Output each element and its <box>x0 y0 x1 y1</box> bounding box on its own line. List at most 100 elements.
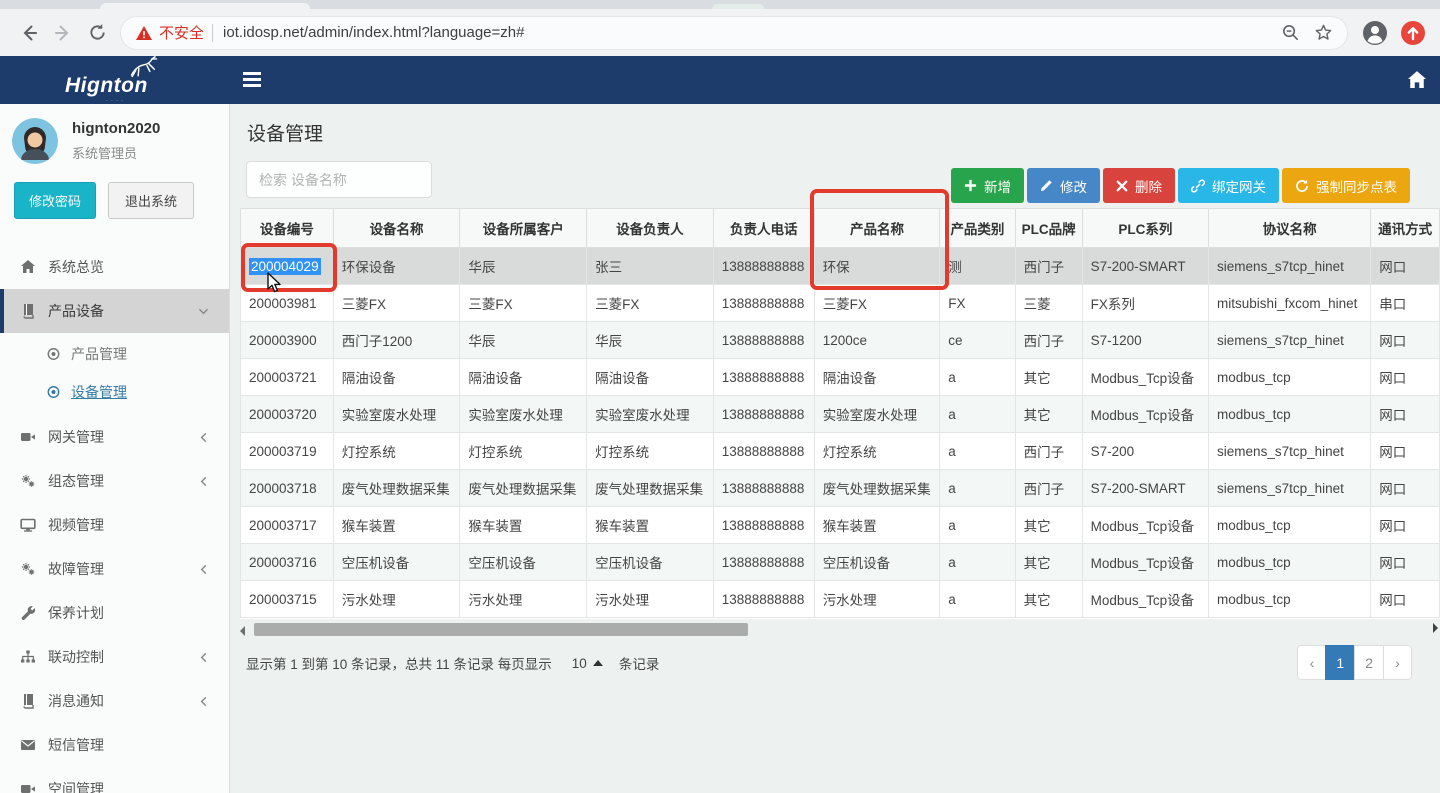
column-header-4[interactable]: 负责人电话 <box>713 209 814 248</box>
browser-reload-button[interactable] <box>80 16 114 50</box>
logout-button[interactable]: 退出系统 <box>108 182 194 219</box>
book-icon <box>19 303 36 319</box>
zoom-out-icon[interactable] <box>1281 23 1300 42</box>
column-header-1[interactable]: 设备名称 <box>333 209 460 248</box>
horizontal-scrollbar[interactable] <box>240 623 1440 639</box>
sidebar-item-overview[interactable]: 系统总览 <box>0 245 229 289</box>
sidebar-item-space-mgmt[interactable]: 空间管理 <box>0 767 229 793</box>
sidebar-subitem-device-mgmt[interactable]: 设备管理 <box>0 373 229 411</box>
table-row[interactable]: 200003715污水处理污水处理污水处理13888888888污水处理a其它M… <box>241 581 1440 618</box>
pager-next-button[interactable]: › <box>1383 645 1412 680</box>
column-header-3[interactable]: 设备负责人 <box>587 209 714 248</box>
sidebar-nav: 系统总览产品设备产品管理设备管理网关管理组态管理视频管理故障管理保养计划联动控制… <box>0 245 229 793</box>
column-header-0[interactable]: 设备编号 <box>241 209 334 248</box>
force-sync-button[interactable]: 强制同步点表 <box>1282 168 1410 203</box>
pager-page-1[interactable]: 1 <box>1325 645 1355 680</box>
sidebar-item-linkage-control[interactable]: 联动控制 <box>0 635 229 679</box>
browser-tab-strip <box>0 0 1440 9</box>
link-icon <box>1191 179 1205 193</box>
home-icon[interactable] <box>1408 71 1426 93</box>
pagination-info: 显示第 1 到第 10 条记录，总共 11 条记录 每页显示 10 条记录 <box>246 653 659 673</box>
search-input[interactable] <box>246 161 432 198</box>
home-icon <box>19 259 36 275</box>
scroll-left-icon[interactable] <box>240 626 245 636</box>
add-button[interactable]: 新增 <box>951 168 1024 203</box>
column-header-5[interactable]: 产品名称 <box>814 209 940 248</box>
change-password-button[interactable]: 修改密码 <box>14 182 96 219</box>
sidebar-item-video-mgmt[interactable]: 视频管理 <box>0 503 229 547</box>
device-table-wrap: 设备编号设备名称设备所属客户设备负责人负责人电话产品名称产品类别PLC品牌PLC… <box>240 208 1440 619</box>
edit-button[interactable]: 修改 <box>1027 168 1100 203</box>
user-role: 系统管理员 <box>72 143 160 162</box>
sidebar: hignton2020 系统管理员 修改密码 退出系统 系统总览产品设备产品管理… <box>0 104 230 793</box>
column-header-2[interactable]: 设备所属客户 <box>460 209 587 248</box>
column-header-10[interactable]: 通讯方式 <box>1371 209 1440 248</box>
pager-page-2[interactable]: 2 <box>1354 645 1384 680</box>
page-size-dropdown[interactable]: 10 <box>572 656 603 671</box>
browser-profile-avatar[interactable] <box>1362 20 1388 46</box>
pagination-suffix-text: 条记录 <box>619 653 660 673</box>
device-table: 设备编号设备名称设备所属客户设备负责人负责人电话产品名称产品类别PLC品牌PLC… <box>240 208 1440 618</box>
gears-icon <box>19 473 36 489</box>
table-row[interactable]: 200003716空压机设备空压机设备空压机设备13888888888空压机设备… <box>241 544 1440 581</box>
table-row[interactable]: 200003718废气处理数据采集废气处理数据采集废气处理数据采集1388888… <box>241 470 1440 507</box>
browser-toolbar: 不安全 iot.idosp.net/admin/index.html?langu… <box>0 9 1440 56</box>
table-row[interactable]: 200003719灯控系统灯控系统灯控系统13888888888灯控系统a西门子… <box>241 433 1440 470</box>
bookmark-star-icon[interactable] <box>1314 23 1333 42</box>
column-header-6[interactable]: 产品类别 <box>940 209 1015 248</box>
sidebar-subitem-product-mgmt[interactable]: 产品管理 <box>0 335 229 373</box>
table-row[interactable]: 200003721隔油设备隔油设备隔油设备13888888888隔油设备a其它M… <box>241 359 1440 396</box>
screen: 不安全 iot.idosp.net/admin/index.html?langu… <box>0 0 1440 793</box>
plus-icon <box>964 179 977 192</box>
chevron-down-icon <box>198 306 209 317</box>
table-row[interactable]: 200003900西门子1200华辰华辰138888888881200cece西… <box>241 322 1440 359</box>
sidebar-item-scada-mgmt[interactable]: 组态管理 <box>0 459 229 503</box>
chevron-left-icon <box>198 696 209 707</box>
delete-button[interactable]: 删除 <box>1103 168 1175 203</box>
browser-forward-button[interactable] <box>46 16 80 50</box>
security-warning-icon <box>135 25 153 41</box>
browser-back-button[interactable] <box>12 16 46 50</box>
video-icon <box>19 781 36 793</box>
pager: ‹12› <box>1297 645 1412 680</box>
browser-update-icon[interactable] <box>1400 20 1426 46</box>
divider <box>212 24 213 42</box>
username: hignton2020 <box>72 120 160 137</box>
refresh-icon <box>1295 179 1309 193</box>
selected-device-id-cell[interactable]: 200004029 <box>249 258 321 275</box>
sidebar-item-sms-mgmt[interactable]: 短信管理 <box>0 723 229 767</box>
user-panel: hignton2020 系统管理员 修改密码 退出系统 <box>0 104 229 233</box>
column-header-8[interactable]: PLC系列 <box>1082 209 1208 248</box>
chevron-left-icon <box>198 564 209 575</box>
table-row[interactable]: 200003720实验室废水处理实验室废水处理实验室废水处理1388888888… <box>241 396 1440 433</box>
security-warning-label: 不安全 <box>159 22 204 43</box>
table-row[interactable]: 200003981三菱FX三菱FX三菱FX13888888888三菱FXFX三菱… <box>241 285 1440 322</box>
scroll-right-icon[interactable] <box>1433 623 1438 633</box>
column-header-9[interactable]: 协议名称 <box>1209 209 1371 248</box>
x-icon <box>1116 180 1128 192</box>
pager-prev-button[interactable]: ‹ <box>1297 645 1326 680</box>
sidebar-toggle-button[interactable] <box>243 71 261 93</box>
sidebar-item-gateway-mgmt[interactable]: 网关管理 <box>0 415 229 459</box>
dot-circle-icon <box>46 346 61 362</box>
browser-address-bar[interactable]: 不安全 iot.idosp.net/admin/index.html?langu… <box>120 16 1348 50</box>
sidebar-item-fault-mgmt[interactable]: 故障管理 <box>0 547 229 591</box>
main-content: 设备管理 新增修改删除绑定网关强制同步点表 设备编号设备名称设备所属客户设备负责… <box>230 104 1440 793</box>
caret-up-icon <box>593 660 603 666</box>
sidebar-item-message-notice[interactable]: 消息通知 <box>0 679 229 723</box>
bind-gateway-button[interactable]: 绑定网关 <box>1178 168 1279 203</box>
chevron-left-icon <box>198 432 209 443</box>
sidebar-item-product-device[interactable]: 产品设备 <box>0 289 229 333</box>
pagination-info-text: 显示第 1 到第 10 条记录，总共 11 条记录 每页显示 <box>246 653 552 673</box>
wrench-icon <box>19 605 36 621</box>
sidebar-submenu-product-device: 产品管理设备管理 <box>0 333 229 415</box>
table-row[interactable]: 200004029环保设备华辰张三13888888888环保测西门子S7-200… <box>241 248 1440 285</box>
table-header-row: 设备编号设备名称设备所属客户设备负责人负责人电话产品名称产品类别PLC品牌PLC… <box>241 209 1440 248</box>
sidebar-item-maintenance-plan[interactable]: 保养计划 <box>0 591 229 635</box>
column-header-7[interactable]: PLC品牌 <box>1015 209 1082 248</box>
scrollbar-thumb[interactable] <box>254 623 748 636</box>
video-icon <box>19 429 36 445</box>
chevron-left-icon <box>198 476 209 487</box>
table-row[interactable]: 200003717猴车装置猴车装置猴车装置13888888888猴车装置a其它M… <box>241 507 1440 544</box>
app-header: Hignton · · · · <box>0 56 1440 104</box>
